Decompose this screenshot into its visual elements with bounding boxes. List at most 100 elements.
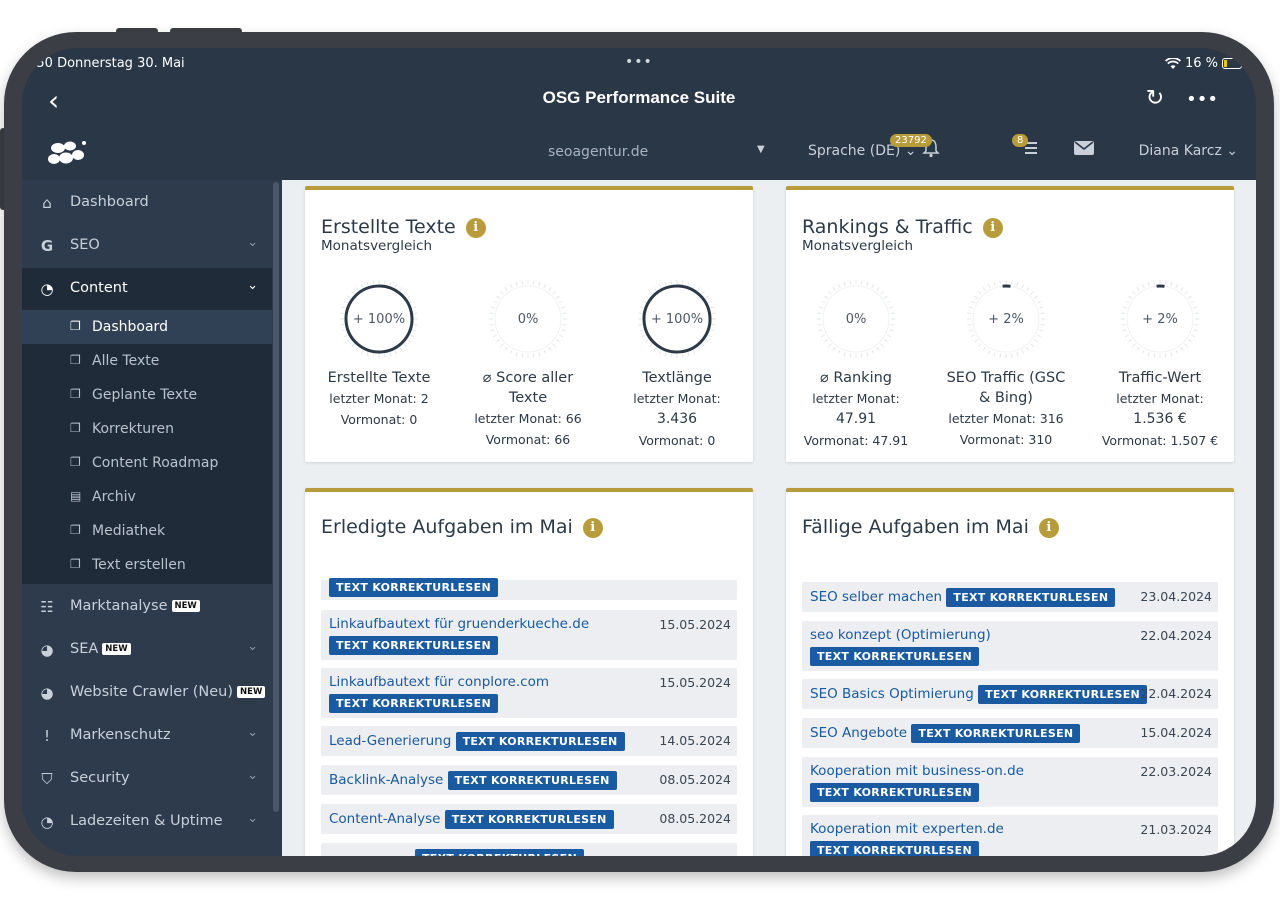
reload-icon[interactable]: ↻: [1146, 86, 1164, 114]
tag-badge: TEXT KORREKTURLESEN: [810, 647, 979, 666]
card-title: Fällige Aufgaben im Mai i: [802, 516, 1059, 538]
task-list-icon[interactable]: 8: [1012, 134, 1040, 160]
copy-icon: ❐: [70, 455, 81, 469]
tag-badge: TEXT KORREKTURLESEN: [329, 636, 498, 655]
copy-icon: ❐: [70, 353, 81, 367]
domain-select[interactable]: seoagentur.de: [548, 144, 648, 160]
nav-actions: ↻ •••: [1146, 86, 1218, 114]
multitask-dots-icon[interactable]: •••: [625, 54, 653, 70]
more-icon[interactable]: •••: [1186, 86, 1218, 114]
status-time: :50 Donnerstag 30. Mai: [32, 56, 185, 71]
card-erstellte-texte: Erstellte Texte i Monatsvergleich + 100% …: [305, 186, 753, 462]
tag-badge: TEXT KORREKTURLESEN: [444, 810, 614, 829]
chevron-down-icon: ⌄: [247, 639, 258, 654]
tag-badge: TEXT KORREKTURLESEN: [810, 783, 979, 802]
sidebar-item-markenschutz[interactable]: ! Markenschutz ⌄: [22, 715, 272, 755]
tag-badge: TEXT KORREKTURLESEN: [911, 724, 1081, 743]
copy-icon: ❐: [70, 557, 81, 571]
tag-badge: TEXT KORREKTURLESEN: [978, 685, 1148, 704]
sidebar-item-marktanalyse[interactable]: ☷ Marktanalyse NEW: [22, 586, 272, 626]
sidebar-sub-text-erstellen[interactable]: ❐ Text erstellen: [22, 548, 272, 584]
notification-count-badge: 23792: [890, 134, 932, 147]
new-badge: NEW: [237, 686, 266, 698]
chevron-down-icon: ⌄: [247, 725, 258, 740]
copy-icon: ❐: [70, 387, 81, 401]
sidebar-sub-korrekturen[interactable]: ❐ Korrekturen: [22, 412, 272, 446]
list-item[interactable]: Lead-Generierung TEXT KORREKTURLESEN 14.…: [321, 726, 737, 756]
mail-icon[interactable]: [1074, 141, 1094, 159]
sidebar-sub-mediathek[interactable]: ❐ Mediathek: [22, 514, 272, 548]
list-item[interactable]: Content-Analyse TEXT KORREKTURLESEN 08.0…: [321, 804, 737, 834]
app-title: OSG Performance Suite: [542, 88, 736, 107]
app-header: seoagentur.de ▼ Sprache (DE) ⌄ 23792 8 D…: [22, 126, 1256, 180]
stat-erstellte-texte: + 100% Erstellte Texte letzter Monat: 2 …: [309, 278, 449, 430]
tag-badge: TEXT KORREKTURLESEN: [329, 694, 498, 713]
list-item[interactable]: seo konzept (Optimierung) TEXT KORREKTUR…: [802, 621, 1218, 671]
sidebar-sub-geplante-texte[interactable]: ❐ Geplante Texte: [22, 378, 272, 412]
card-erledigte-aufgaben: Erledigte Aufgaben im Mai i TEXT KORREKTU…: [305, 488, 753, 856]
archive-icon: ▤: [70, 489, 82, 503]
sidebar-sub-alle-texte[interactable]: ❐ Alle Texte: [22, 344, 272, 378]
stat-textlaenge: + 100% Textlänge letzter Monat: 3.436 Vo…: [607, 278, 747, 451]
copy-icon: ❐: [70, 421, 81, 435]
stat-seo-traffic: + 2% SEO Traffic (GSC & Bing) letzter Mo…: [936, 278, 1076, 450]
card-rankings-traffic: Rankings & Traffic i Monatsvergleich 0% ⌀…: [786, 186, 1234, 462]
user-menu[interactable]: Diana Karcz ⌄: [1139, 143, 1238, 159]
tag-badge: TEXT KORREKTURLESEN: [455, 732, 625, 751]
tag-badge: TEXT KORREKTURLESEN: [415, 849, 584, 856]
list-item[interactable]: Kooperation mit experten.de TEXT KORREKT…: [802, 815, 1218, 856]
sidebar: ⌂ Dashboard G SEO ⌄ ◔ Content ⌄ ❐ Dashbo…: [22, 180, 282, 856]
home-icon: ⌂: [42, 194, 52, 212]
new-badge: NEW: [102, 643, 131, 655]
sidebar-item-content[interactable]: ◔ Content ⌄: [22, 268, 272, 310]
sidebar-item-seo[interactable]: G SEO ⌄: [22, 225, 272, 265]
tag-badge: TEXT KORREKTURLESEN: [447, 771, 617, 790]
sidebar-sub-archiv[interactable]: ▤ Archiv: [22, 480, 272, 514]
sidebar-item-sea[interactable]: ◕ SEA NEW ⌄: [22, 629, 272, 669]
tag-badge: TEXT KORREKTURLESEN: [329, 578, 498, 597]
list-item[interactable]: Linkaufbautext für gruenderkueche.de TEX…: [321, 610, 737, 660]
status-right: 16 %: [1164, 56, 1242, 71]
sidebar-item-ladezeiten[interactable]: ◔ Ladezeiten & Uptime ⌄: [22, 801, 272, 841]
sidebar-sub-content-roadmap[interactable]: ❐ Content Roadmap: [22, 446, 272, 480]
list-item[interactable]: Backlink-Analyse TEXT KORREKTURLESEN 08.…: [321, 765, 737, 795]
card-subtitle: Monatsvergleich: [802, 238, 914, 254]
card-subtitle: Monatsvergleich: [321, 238, 433, 254]
wifi-icon: [1164, 57, 1181, 69]
list-item[interactable]: SEO selber machen TEXT KORREKTURLESEN 23…: [802, 582, 1218, 612]
chevron-down-icon[interactable]: ▼: [757, 144, 765, 155]
info-icon[interactable]: i: [465, 218, 486, 238]
status-bar: :50 Donnerstag 30. Mai ••• 16 %: [22, 48, 1256, 76]
chevron-down-icon: ⌄: [247, 811, 258, 826]
sidebar-item-dashboard[interactable]: ⌂ Dashboard: [22, 182, 272, 222]
battery-percent: 16 %: [1184, 56, 1218, 71]
card-title: Erstellte Texte i: [321, 216, 486, 238]
stat-score-aller-texte: 0% ⌀ Score aller Texte letzter Monat: 66…: [458, 278, 598, 450]
sidebar-scrollbar[interactable]: [273, 182, 279, 812]
battery-icon: [1222, 58, 1242, 69]
list-item[interactable]: SEO Angebote TEXT KORREKTURLESEN 15.04.2…: [802, 718, 1218, 748]
main-content: Erstellte Texte i Monatsvergleich + 100% …: [282, 180, 1256, 856]
exclamation-icon: !: [43, 727, 50, 745]
sidebar-item-website-crawler[interactable]: ◕ Website Crawler (Neu) NEW: [22, 672, 272, 712]
info-icon[interactable]: i: [982, 218, 1003, 238]
chevron-down-icon: ⌄: [247, 278, 258, 293]
list-item[interactable]: Linkaufbautext für conplore.com TEXT KOR…: [321, 668, 737, 718]
list-item[interactable]: TEXT KORREKTURLESEN: [321, 578, 737, 600]
info-icon[interactable]: i: [1038, 518, 1059, 538]
google-g-icon: G: [40, 237, 54, 255]
sidebar-sub-dashboard[interactable]: ❐ Dashboard: [22, 310, 272, 344]
list-item[interactable]: SEO Basics Optimierung TEXT KORREKTURLES…: [802, 679, 1218, 709]
card-title: Erledigte Aufgaben im Mai i: [321, 516, 603, 538]
sidebar-item-security[interactable]: ⛉ Security ⌄: [22, 758, 272, 798]
tag-badge: TEXT KORREKTURLESEN: [810, 841, 979, 856]
users-icon: ☷: [40, 598, 54, 616]
list-item[interactable]: TEXT KORREKTURLESEN: [321, 843, 737, 856]
pie-chart-icon: ◕: [40, 684, 54, 702]
new-badge: NEW: [171, 600, 200, 612]
info-icon[interactable]: i: [582, 518, 603, 538]
copy-icon: ❐: [70, 319, 81, 333]
list-item[interactable]: Kooperation mit business-on.de TEXT KORR…: [802, 757, 1218, 807]
bell-icon[interactable]: 23792: [890, 134, 940, 162]
osg-logo-icon: [48, 141, 86, 164]
